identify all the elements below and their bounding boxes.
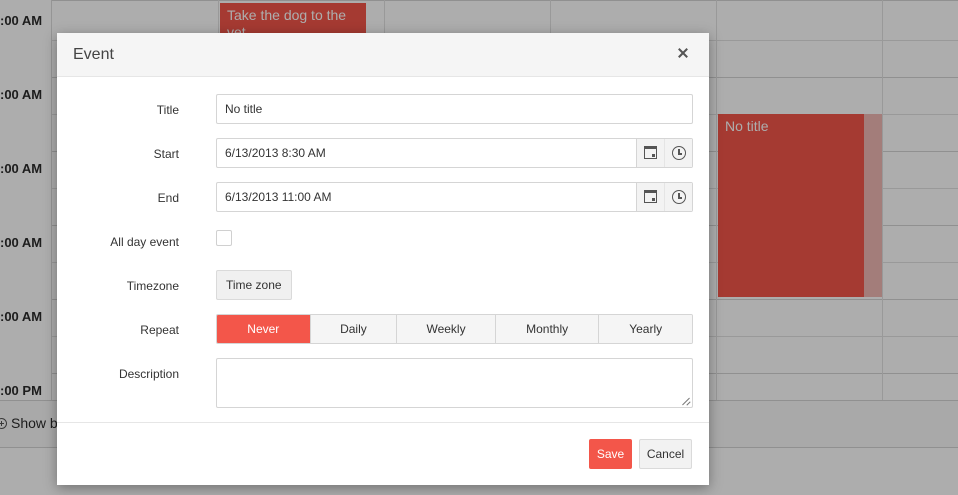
start-label: Start — [153, 147, 179, 161]
description-textarea[interactable] — [216, 358, 693, 408]
end-input[interactable]: 6/13/2013 11:00 AM — [217, 183, 636, 211]
repeat-weekly-button[interactable]: Weekly — [396, 315, 495, 343]
end-datetime-picker: 6/13/2013 11:00 AM — [216, 182, 693, 212]
start-calendar-button[interactable] — [636, 139, 664, 167]
timezone-button[interactable]: Time zone — [216, 270, 292, 300]
calendar-icon — [644, 146, 657, 159]
repeat-daily-button[interactable]: Daily — [309, 315, 397, 343]
end-time-button[interactable] — [664, 183, 692, 211]
save-button[interactable]: Save — [589, 439, 632, 469]
calendar-icon — [644, 190, 657, 203]
dialog-title: Event — [73, 46, 114, 63]
end-label: End — [157, 191, 179, 205]
cancel-button[interactable]: Cancel — [639, 439, 692, 469]
title-label: Title — [156, 103, 179, 117]
start-input[interactable]: 6/13/2013 8:30 AM — [217, 139, 636, 167]
close-icon[interactable] — [675, 45, 691, 61]
clock-icon — [672, 190, 686, 204]
end-calendar-button[interactable] — [636, 183, 664, 211]
all-day-label: All day event — [110, 235, 179, 249]
all-day-checkbox[interactable] — [216, 230, 232, 246]
resize-handle-icon[interactable] — [682, 397, 690, 405]
start-datetime-picker: 6/13/2013 8:30 AM — [216, 138, 693, 168]
repeat-never-button[interactable]: Never — [217, 315, 310, 343]
dialog-header: Event — [57, 33, 709, 77]
repeat-yearly-button[interactable]: Yearly — [598, 315, 692, 343]
title-input[interactable]: No title — [216, 94, 693, 124]
dialog-divider — [57, 422, 709, 423]
repeat-monthly-button[interactable]: Monthly — [494, 315, 599, 343]
clock-icon — [672, 146, 686, 160]
repeat-selector: Never Daily Weekly Monthly Yearly — [216, 314, 693, 344]
event-dialog: Event Title No title Start 6/13/2013 8:3… — [57, 33, 709, 485]
repeat-label: Repeat — [140, 323, 179, 337]
start-time-button[interactable] — [664, 139, 692, 167]
timezone-label: Timezone — [126, 279, 179, 293]
description-label: Description — [118, 367, 179, 381]
